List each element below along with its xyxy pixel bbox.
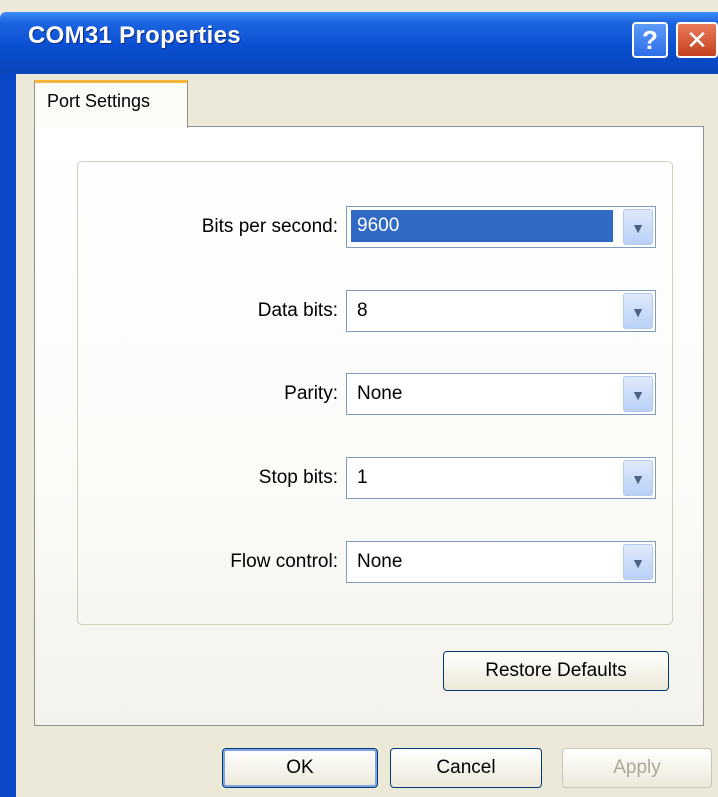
- apply-button[interactable]: Apply: [562, 748, 712, 788]
- tab-port-settings[interactable]: Port Settings: [34, 80, 188, 128]
- settings-group: Bits per second: 9600 ▼ Data bits: 8 ▼ P…: [77, 161, 673, 625]
- tab-label: Port Settings: [47, 91, 151, 111]
- chevron-down-icon[interactable]: ▼: [623, 209, 653, 245]
- parity-select[interactable]: None ▼: [346, 373, 656, 415]
- close-icon: ✕: [686, 25, 708, 55]
- bits-per-second-label: Bits per second:: [201, 216, 338, 237]
- restore-defaults-button[interactable]: Restore Defaults: [443, 651, 669, 691]
- title-bar[interactable]: COM31 Properties ? ✕: [0, 12, 718, 74]
- chevron-down-icon[interactable]: ▼: [623, 376, 653, 412]
- data-bits-label: Data bits:: [257, 300, 338, 321]
- bits-per-second-select[interactable]: 9600 ▼: [346, 206, 656, 248]
- window-title: COM31 Properties: [28, 22, 241, 49]
- chevron-down-icon[interactable]: ▼: [623, 293, 653, 329]
- properties-dialog: COM31 Properties ? ✕ Port Settings Bits …: [0, 0, 718, 797]
- stop-bits-value: 1: [357, 467, 368, 488]
- data-bits-select[interactable]: 8 ▼: [346, 290, 656, 332]
- chevron-down-icon[interactable]: ▼: [623, 460, 653, 496]
- parity-value: None: [357, 383, 403, 404]
- cancel-button[interactable]: Cancel: [390, 748, 542, 788]
- ok-button[interactable]: OK: [222, 748, 378, 788]
- help-button[interactable]: ?: [632, 22, 668, 58]
- close-button[interactable]: ✕: [676, 22, 718, 58]
- flow-control-label: Flow control:: [230, 551, 338, 572]
- window-border: [0, 74, 16, 797]
- data-bits-value: 8: [357, 300, 368, 321]
- tab-panel: Bits per second: 9600 ▼ Data bits: 8 ▼ P…: [34, 126, 704, 726]
- parity-label: Parity:: [284, 383, 338, 404]
- flow-control-select[interactable]: None ▼: [346, 541, 656, 583]
- bits-per-second-value: 9600: [351, 210, 613, 242]
- stop-bits-select[interactable]: 1 ▼: [346, 457, 656, 499]
- flow-control-value: None: [357, 551, 403, 572]
- help-icon: ?: [642, 25, 658, 55]
- stop-bits-label: Stop bits:: [258, 467, 338, 488]
- chevron-down-icon[interactable]: ▼: [623, 544, 653, 580]
